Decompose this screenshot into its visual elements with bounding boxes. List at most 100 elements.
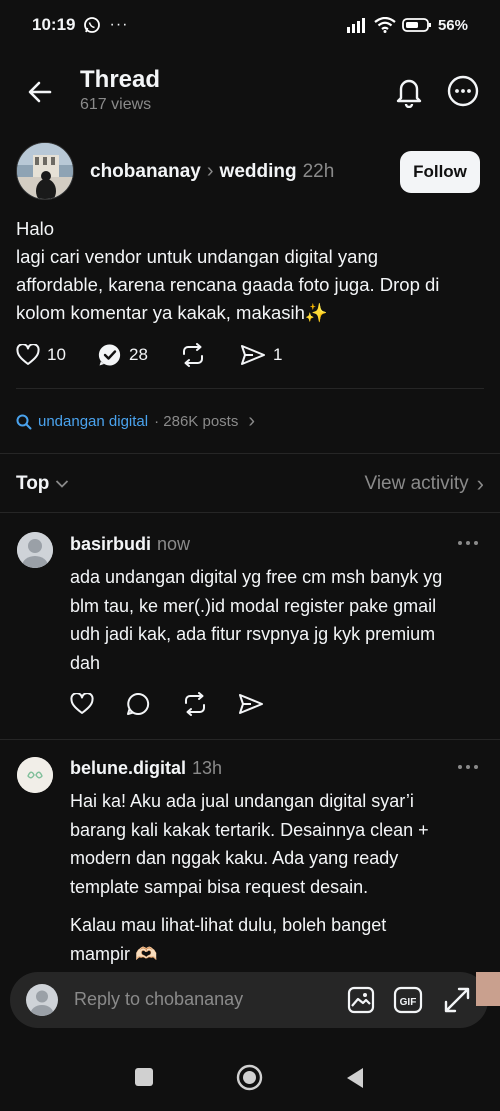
wifi-icon bbox=[374, 17, 396, 33]
divider bbox=[0, 453, 500, 454]
reply-composer[interactable]: Reply to chobananay GIF bbox=[10, 972, 488, 1028]
home-icon[interactable] bbox=[236, 1064, 263, 1091]
post-author-row: chobananay › wedding 22h bbox=[90, 160, 334, 183]
comment-line: dah bbox=[70, 652, 101, 673]
view-activity-link[interactable]: View activity › bbox=[364, 471, 484, 497]
whatsapp-icon bbox=[84, 17, 101, 33]
comment-avatar[interactable] bbox=[17, 532, 53, 568]
post-line: lagi cari vendor untuk undangan digital … bbox=[16, 246, 379, 267]
comment-avatar[interactable] bbox=[17, 757, 53, 793]
comment-icon bbox=[127, 692, 150, 715]
comment-line: blm tau, ke mer(.)id modal register pake… bbox=[70, 595, 437, 616]
share-button[interactable] bbox=[238, 693, 264, 715]
divider bbox=[0, 512, 500, 513]
repost-button[interactable] bbox=[180, 343, 240, 367]
sort-row: Top View activity › bbox=[16, 470, 484, 498]
system-nav-bar bbox=[0, 1050, 500, 1111]
chevron-down-icon bbox=[56, 480, 69, 488]
post-time: 22h bbox=[302, 160, 335, 182]
divider bbox=[0, 739, 500, 740]
tag-post-count: · 286K posts bbox=[154, 413, 239, 430]
comment-line: ada undangan digital yg free cm msh bany… bbox=[70, 567, 443, 587]
recents-icon[interactable] bbox=[134, 1067, 154, 1087]
share-count: 1 bbox=[273, 345, 283, 364]
share-icon bbox=[241, 345, 265, 365]
heart-icon bbox=[16, 344, 40, 365]
tag-row[interactable]: undangan digital · 286K posts › bbox=[16, 410, 255, 433]
comment-author[interactable]: belune.digital bbox=[70, 758, 186, 779]
status-time: 10:19 bbox=[32, 15, 76, 34]
like-button[interactable] bbox=[70, 693, 126, 715]
sort-label: Top bbox=[16, 473, 50, 494]
thread-header: Thread 617 views bbox=[0, 62, 500, 122]
tag-label[interactable]: undangan digital bbox=[38, 413, 148, 430]
battery-percent: 56% bbox=[437, 16, 468, 34]
reply-button[interactable]: 28 bbox=[98, 343, 180, 367]
comment-line: modern dan nggak kaku. Ada yang ready bbox=[70, 848, 399, 868]
comment-body: ada undangan digital yg free cm msh bany… bbox=[70, 563, 480, 677]
view-count: 617 views bbox=[80, 96, 152, 113]
comment-line: template sampai bisa request desain. bbox=[70, 876, 369, 897]
topic-link[interactable]: wedding bbox=[220, 161, 297, 183]
comment-line: barang kali kakak tertarik. Desainnya cl… bbox=[70, 819, 429, 840]
author-name[interactable]: chobananay bbox=[90, 161, 201, 183]
share-icon bbox=[239, 694, 263, 714]
follow-button[interactable]: Follow bbox=[400, 151, 480, 193]
repost-icon bbox=[183, 343, 203, 367]
post-body: Halo lagi cari vendor untuk undangan dig… bbox=[16, 215, 486, 327]
repost-icon bbox=[185, 692, 205, 716]
arrow-left-icon[interactable] bbox=[24, 76, 56, 108]
page-title: Thread bbox=[80, 66, 161, 93]
comment-line: Hai ka! Aku ada jual undangan digital sy… bbox=[70, 791, 414, 811]
expand-icon[interactable] bbox=[442, 985, 472, 1015]
comment-body: Hai ka! Aku ada jual undangan digital sy… bbox=[70, 787, 480, 968]
search-icon bbox=[16, 414, 32, 429]
image-icon[interactable] bbox=[346, 985, 376, 1015]
comment-time: now bbox=[157, 534, 191, 554]
reply-placeholder[interactable]: Reply to chobananay bbox=[74, 989, 243, 1010]
author-avatar[interactable] bbox=[16, 142, 74, 200]
more-icon[interactable] bbox=[456, 539, 480, 547]
chevron-right-icon: › bbox=[476, 471, 484, 496]
chevron-right-icon: › bbox=[206, 160, 214, 182]
signal-icon bbox=[346, 18, 365, 33]
comment-line: Kalau mau lihat-lihat dulu, boleh banget bbox=[70, 915, 387, 935]
reply-count: 28 bbox=[129, 345, 148, 364]
comment-line: mampir 🫶🏻 bbox=[70, 943, 158, 964]
comment-author-row: belune.digital 13h bbox=[70, 758, 222, 779]
like-button[interactable]: 10 bbox=[16, 344, 98, 366]
chevron-right-icon: › bbox=[248, 410, 255, 432]
status-bar: 10:19 ··· 56% bbox=[0, 0, 500, 50]
more-icon[interactable] bbox=[456, 763, 480, 771]
bell-icon[interactable] bbox=[393, 74, 425, 108]
heart-icon bbox=[70, 693, 94, 714]
view-activity-label: View activity bbox=[364, 473, 469, 494]
repost-button[interactable] bbox=[182, 692, 238, 716]
gif-icon[interactable]: GIF bbox=[393, 985, 423, 1015]
comment-author[interactable]: basirbudi bbox=[70, 534, 151, 555]
belune-logo bbox=[17, 757, 53, 793]
comment-actions bbox=[70, 692, 264, 716]
comment-author-row: basirbudi now bbox=[70, 534, 190, 555]
comment-line: udh jadi kak, ada fitur rsvpnya jg kyk p… bbox=[70, 624, 436, 644]
default-avatar-icon bbox=[17, 532, 53, 568]
post-actions: 10 28 1 bbox=[16, 343, 282, 367]
default-avatar-icon bbox=[26, 984, 58, 1016]
comment-time: 13h bbox=[192, 758, 223, 778]
svg-text:GIF: GIF bbox=[400, 997, 417, 1008]
post-line: affordable, karena rencana gaada foto ju… bbox=[16, 274, 440, 295]
like-count: 10 bbox=[47, 345, 66, 364]
avatar-photo bbox=[17, 143, 73, 199]
post-line: Halo bbox=[16, 218, 55, 239]
floating-thumbnail[interactable] bbox=[476, 972, 500, 1006]
reply-button[interactable] bbox=[126, 692, 182, 716]
more-notifications-icon: ··· bbox=[109, 16, 129, 33]
share-button[interactable]: 1 bbox=[240, 344, 282, 366]
sort-dropdown[interactable]: Top bbox=[16, 473, 69, 495]
back-triangle-icon[interactable] bbox=[345, 1067, 365, 1089]
more-circle-icon[interactable] bbox=[446, 74, 480, 108]
my-avatar bbox=[26, 984, 58, 1016]
battery-icon bbox=[402, 18, 431, 32]
divider bbox=[16, 388, 484, 389]
post-line: kolom komentar ya kakak, makasih✨ bbox=[16, 302, 328, 323]
